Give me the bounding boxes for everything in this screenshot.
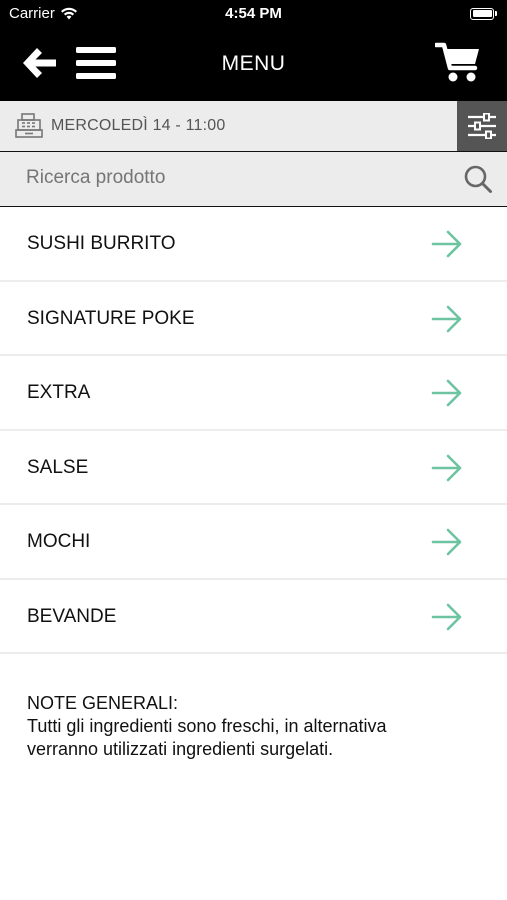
arrow-right-icon — [431, 454, 462, 481]
arrow-right-icon — [431, 528, 462, 556]
list-item[interactable]: SIGNATURE POKE — [0, 281, 507, 356]
top-header: Carrier 4:54 PM MENU — [0, 0, 507, 101]
search-input[interactable] — [26, 167, 426, 189]
nav-bar: MENU — [0, 28, 507, 101]
category-label: BEVANDE — [27, 605, 117, 627]
delivery-date-bar[interactable]: MERCOLEDÌ 14 - 11:00 — [0, 101, 507, 152]
list-item[interactable]: SALSE — [0, 430, 507, 505]
notes-line: verranno utilizzati ingredienti surgelat… — [27, 739, 334, 759]
screen: Carrier 4:54 PM MENU MERCOLEDÌ 14 - 11:0… — [0, 0, 507, 900]
general-notes: NOTE GENERALI: Tutti gli ingredienti son… — [27, 692, 487, 761]
sliders-filter-icon — [468, 113, 496, 139]
search-bar — [0, 152, 507, 207]
battery-icon — [470, 7, 498, 20]
list-item[interactable]: SUSHI BURRITO — [0, 207, 507, 282]
category-list: SUSHI BURRITO SIGNATURE POKE EXTRA SALSE… — [0, 207, 507, 654]
category-label: SIGNATURE POKE — [27, 307, 195, 329]
cash-register-icon — [15, 113, 43, 138]
arrow-right-icon — [431, 603, 462, 630]
category-label: SUSHI BURRITO — [27, 233, 176, 254]
filter-button[interactable] — [457, 101, 507, 151]
list-item[interactable]: BEVANDE — [0, 579, 507, 654]
notes-line: Tutti gli ingredienti sono freschi, in a… — [27, 716, 387, 736]
search-icon[interactable] — [463, 164, 493, 194]
shopping-cart-icon[interactable] — [435, 42, 481, 84]
category-label: MOCHI — [27, 531, 91, 552]
category-label: SALSE — [27, 456, 89, 478]
list-item[interactable]: MOCHI — [0, 505, 507, 580]
category-label: EXTRA — [27, 382, 91, 403]
status-time: 4:54 PM — [225, 5, 282, 22]
arrow-right-icon — [431, 305, 462, 332]
page-title: MENU — [221, 52, 286, 75]
arrow-right-icon — [431, 230, 462, 258]
list-item[interactable]: EXTRA — [0, 356, 507, 431]
notes-heading: NOTE GENERALI: — [27, 693, 179, 713]
status-bar: Carrier 4:54 PM — [0, 0, 507, 28]
arrow-right-icon — [431, 379, 462, 407]
delivery-date-label: MERCOLEDÌ 14 - 11:00 — [51, 117, 226, 134]
